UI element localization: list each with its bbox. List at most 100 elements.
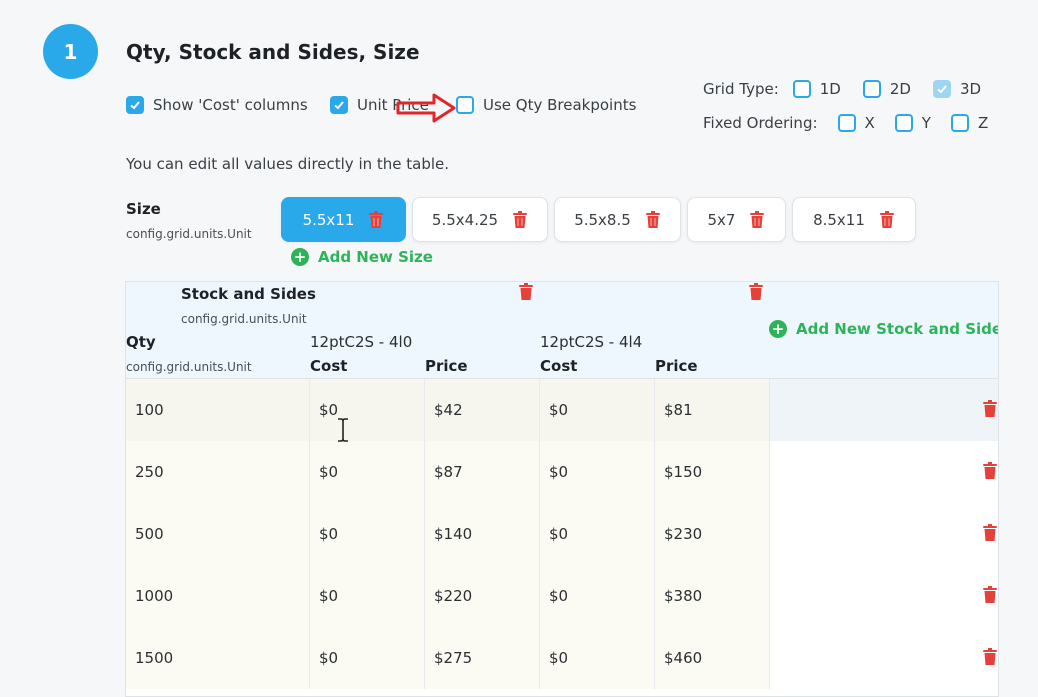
- cost-cell[interactable]: $0: [310, 441, 425, 503]
- price-cell[interactable]: $140: [425, 503, 540, 565]
- cost-cell[interactable]: $0: [310, 379, 425, 441]
- empty-cell: [770, 565, 998, 627]
- fixed-ordering-z-checkbox[interactable]: [950, 114, 969, 132]
- table-row: 1500 $0 $275 $0 $460: [126, 627, 998, 689]
- annotation-arrow-icon: [396, 93, 456, 123]
- size-tab-label: 5x7: [707, 210, 736, 229]
- cost-cell[interactable]: $0: [540, 441, 655, 503]
- table-row: 500 $0 $140 $0 $230: [126, 503, 998, 565]
- plus-icon: +: [291, 248, 309, 266]
- price-cell[interactable]: $87: [425, 441, 540, 503]
- qty-cell[interactable]: 1000: [126, 565, 310, 627]
- size-tab-5x7[interactable]: 5x7: [687, 197, 786, 242]
- grid-type-1d-checkbox[interactable]: [792, 80, 811, 98]
- trash-icon[interactable]: [512, 210, 528, 229]
- grid-type-2d-checkbox[interactable]: [862, 80, 881, 98]
- size-tab-label: 5.5x4.25: [431, 210, 499, 229]
- size-tab-5.5x8.5[interactable]: 5.5x8.5: [554, 197, 681, 242]
- table-row: 100 $0 $42 $0 $81: [126, 379, 998, 441]
- cost-cell[interactable]: $0: [540, 565, 655, 627]
- cost-column-header: Cost: [310, 357, 348, 375]
- table-row: 1000 $0 $220 $0 $380: [126, 565, 998, 627]
- price-cell[interactable]: $81: [655, 379, 770, 441]
- table-row: 250 $0 $87 $0 $150: [126, 441, 998, 503]
- price-cell[interactable]: $150: [655, 441, 770, 503]
- price-cell[interactable]: $230: [655, 503, 770, 565]
- cost-cell[interactable]: $0: [540, 627, 655, 689]
- step-number-badge: 1: [43, 24, 98, 79]
- add-new-size-button[interactable]: + Add New Size: [291, 248, 433, 266]
- size-tab-label: 5.5x8.5: [574, 210, 631, 229]
- size-tab-5.5x4.25[interactable]: 5.5x4.25: [412, 197, 548, 242]
- cost-cell[interactable]: $0: [540, 379, 655, 441]
- price-column-header: Price: [655, 357, 698, 375]
- empty-cell: [770, 441, 998, 503]
- use-qty-breakpoints-checkbox[interactable]: [456, 96, 474, 114]
- size-label: Size: [126, 200, 161, 218]
- trash-icon[interactable]: [368, 210, 384, 229]
- section-title: Qty, Stock and Sides, Size: [126, 40, 420, 64]
- fixed-ordering-x-label: X: [864, 114, 875, 132]
- trash-icon[interactable]: [879, 210, 895, 229]
- delete-row-trash-icon[interactable]: [982, 400, 998, 418]
- empty-cell: [770, 379, 998, 441]
- price-grid-table: Stock and Sides config.grid.units.Unit Q…: [125, 281, 999, 697]
- unit-price-checkbox[interactable]: [330, 96, 348, 114]
- delete-stock-4l0-icon[interactable]: [518, 283, 534, 301]
- grid-type-3d-label: 3D: [959, 80, 982, 98]
- grid-type-1d-label: 1D: [819, 80, 841, 98]
- show-cost-columns-option[interactable]: Show 'Cost' columns: [126, 96, 308, 114]
- delete-row-trash-icon[interactable]: [982, 648, 998, 666]
- add-new-stock-and-sides-button[interactable]: + Add New Stock and Sides: [769, 320, 999, 338]
- cost-cell[interactable]: $0: [310, 503, 425, 565]
- delete-row-trash-icon[interactable]: [982, 462, 998, 480]
- qty-unit-label: config.grid.units.Unit: [126, 360, 252, 374]
- show-cost-columns-label: Show 'Cost' columns: [153, 96, 308, 114]
- cost-cell[interactable]: $0: [310, 565, 425, 627]
- stock-group-name: 12ptC2S - 4l0: [310, 333, 413, 351]
- text-cursor-icon: [338, 418, 348, 442]
- qty-label: Qty: [126, 333, 156, 351]
- stock-and-sides-unit-label: config.grid.units.Unit: [181, 312, 307, 326]
- stock-and-sides-label: Stock and Sides: [181, 285, 316, 303]
- plus-icon: +: [769, 320, 787, 338]
- delete-stock-4l4-icon[interactable]: [748, 283, 764, 301]
- qty-cell[interactable]: 1500: [126, 627, 310, 689]
- fixed-ordering-group: Fixed Ordering: X Y Z: [703, 114, 988, 132]
- size-tab-label: 5.5x11: [302, 210, 355, 229]
- qty-cell[interactable]: 250: [126, 441, 310, 503]
- size-tab-5.5x11[interactable]: 5.5x11: [281, 197, 406, 242]
- use-qty-breakpoints-label: Use Qty Breakpoints: [483, 96, 637, 114]
- delete-row-trash-icon[interactable]: [982, 524, 998, 542]
- fixed-ordering-x-checkbox[interactable]: [837, 114, 856, 132]
- trash-icon[interactable]: [749, 210, 765, 229]
- size-unit-label: config.grid.units.Unit: [126, 227, 252, 241]
- fixed-ordering-z-label: Z: [977, 114, 989, 132]
- use-qty-breakpoints-option[interactable]: Use Qty Breakpoints: [456, 96, 636, 114]
- grid-type-group: Grid Type: 1D 2D 3D: [703, 80, 981, 98]
- cost-cell[interactable]: $0: [540, 503, 655, 565]
- grid-type-label: Grid Type:: [703, 80, 779, 98]
- fixed-ordering-y-checkbox[interactable]: [894, 114, 913, 132]
- trash-icon[interactable]: [645, 210, 661, 229]
- qty-cell[interactable]: 100: [126, 379, 310, 441]
- delete-row-trash-icon[interactable]: [982, 586, 998, 604]
- show-cost-columns-checkbox[interactable]: [126, 96, 144, 114]
- empty-cell: [770, 627, 998, 689]
- fixed-ordering-y-label: Y: [921, 114, 931, 132]
- edit-hint-text: You can edit all values directly in the …: [126, 155, 450, 173]
- price-cell[interactable]: $42: [425, 379, 540, 441]
- stock-group-name: 12ptC2S - 4l4: [540, 333, 643, 351]
- price-cell[interactable]: $220: [425, 565, 540, 627]
- cost-cell[interactable]: $0: [310, 627, 425, 689]
- price-cell[interactable]: $275: [425, 627, 540, 689]
- table-header: Stock and Sides config.grid.units.Unit Q…: [126, 282, 999, 379]
- empty-cell: [770, 503, 998, 565]
- price-cell[interactable]: $460: [655, 627, 770, 689]
- grid-type-3d-checkbox[interactable]: [932, 80, 951, 98]
- size-tab-label: 8.5x11: [813, 210, 865, 229]
- size-tab-8.5x11[interactable]: 8.5x11: [792, 197, 916, 242]
- price-cell[interactable]: $380: [655, 565, 770, 627]
- add-new-stock-and-sides-label: Add New Stock and Sides: [796, 320, 999, 338]
- qty-cell[interactable]: 500: [126, 503, 310, 565]
